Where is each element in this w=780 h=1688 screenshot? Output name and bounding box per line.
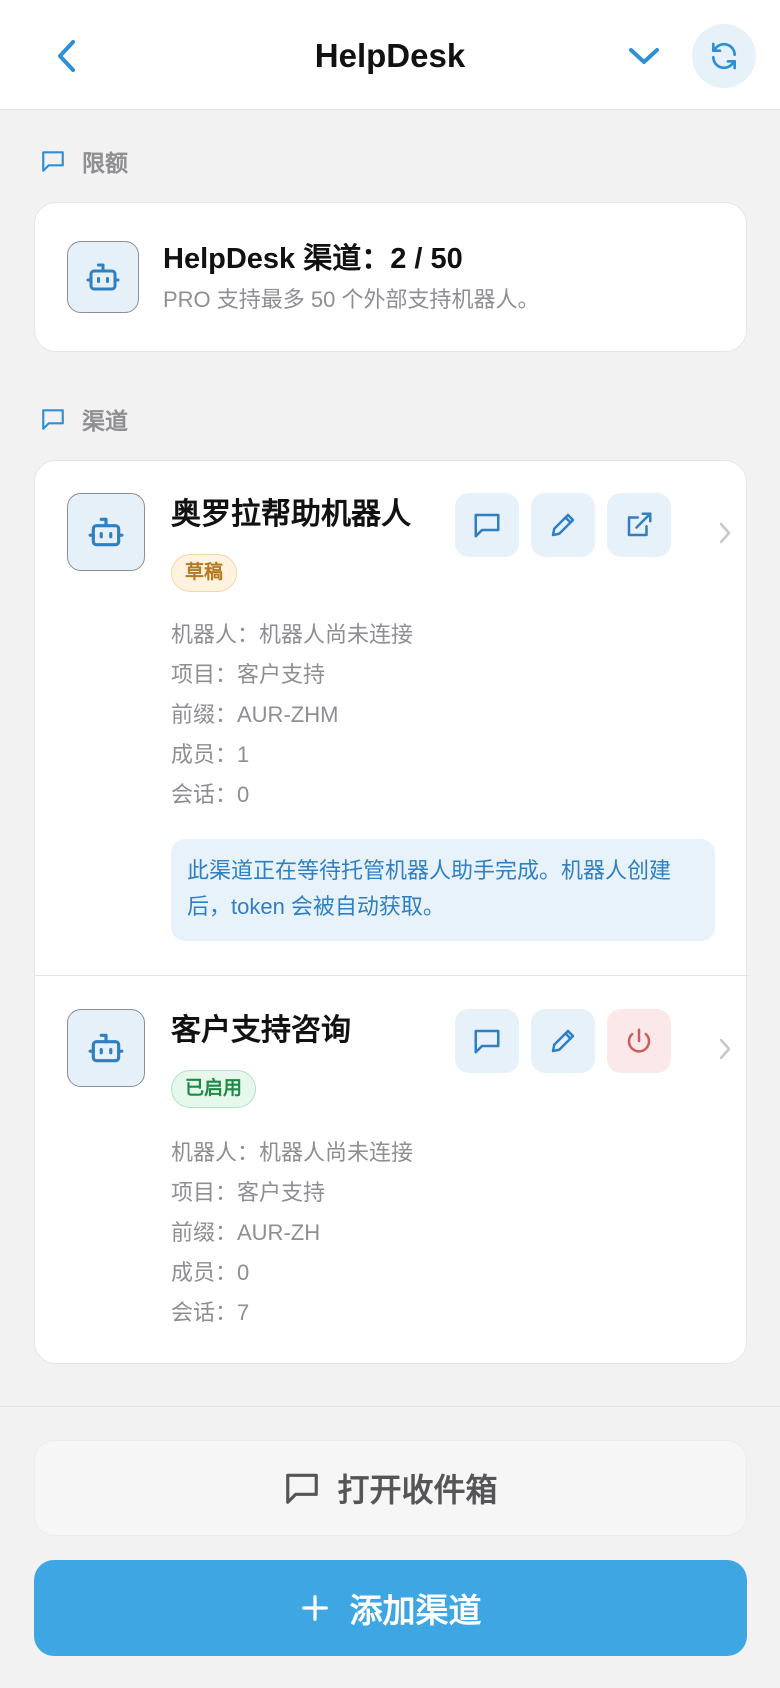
quota-subtitle: PRO 支持最多 50 个外部支持机器人。 (163, 287, 540, 312)
quota-card: HelpDesk 渠道：2 / 50 PRO 支持最多 50 个外部支持机器人。 (34, 202, 747, 352)
prefix: 前缀：AUR-ZH (171, 1220, 321, 1245)
open-external-button[interactable] (607, 493, 671, 557)
pencil-icon (551, 1029, 575, 1053)
section-title: 限额 (82, 150, 128, 176)
bot-avatar (67, 241, 139, 313)
divider (0, 1406, 780, 1407)
open-chat-button[interactable] (455, 1009, 519, 1073)
pencil-icon (551, 513, 575, 537)
open-chat-button[interactable] (455, 493, 519, 557)
edit-button[interactable] (531, 493, 595, 557)
message-icon (42, 409, 64, 430)
external-link-icon (627, 512, 652, 537)
conversations: 会话：0 (171, 782, 250, 807)
channel-name: 客户支持咨询 (171, 1014, 351, 1047)
bot-status: 机器人：机器人尚未连接 (171, 1140, 414, 1165)
project: 项目：客户支持 (171, 1180, 326, 1205)
open-inbox-label: 打开收件箱 (337, 1472, 498, 1508)
edit-button[interactable] (531, 1009, 595, 1073)
top-bar: HelpDesk (0, 0, 780, 110)
message-icon (286, 1473, 319, 1504)
message-icon (474, 1029, 500, 1054)
refresh-icon (712, 42, 736, 70)
bot-avatar (67, 493, 145, 571)
section-title: 渠道 (82, 408, 128, 434)
chevron-right-icon (713, 513, 737, 553)
prefix: 前缀：AUR-ZHM (171, 702, 339, 727)
channel-details: 机器人：机器人尚未连接 项目：客户支持 前缀：AUR-ZHM 成员：1 会话：0 (171, 615, 413, 815)
members: 成员：1 (171, 742, 250, 767)
add-channel-button[interactable]: 添加渠道 (34, 1560, 747, 1656)
status-badge: 草稿 (171, 554, 238, 592)
channel-name: 奥罗拉帮助机器人 (171, 498, 411, 531)
power-icon (627, 1028, 651, 1053)
bot-status: 机器人：机器人尚未连接 (171, 622, 414, 647)
conversations: 会话：7 (171, 1300, 250, 1325)
chevron-right-icon (713, 1029, 737, 1069)
channel-details: 机器人：机器人尚未连接 项目：客户支持 前缀：AUR-ZH 成员：0 会话：7 (171, 1133, 413, 1333)
bot-avatar (67, 1009, 145, 1087)
message-icon (474, 513, 500, 538)
dropdown-button[interactable] (622, 34, 666, 78)
members: 成员：0 (171, 1260, 250, 1285)
channels-section-label: 渠道 (40, 402, 128, 436)
channels-card: 奥罗拉帮助机器人 草稿 机器人：机器人尚未连接 项目：客户支持 前缀：AUR-Z… (34, 460, 748, 1364)
disable-button[interactable] (607, 1009, 671, 1073)
divider (35, 975, 748, 976)
quota-section-label: 限额 (40, 144, 128, 178)
status-badge: 已启用 (171, 1070, 257, 1108)
pending-notice: 此渠道正在等待托管机器人助手完成。机器人创建后，token 会被自动获取。 (171, 839, 715, 941)
add-channel-label: 添加渠道 (349, 1592, 482, 1629)
refresh-button[interactable] (692, 24, 756, 88)
robot-icon (88, 1033, 124, 1063)
robot-icon (88, 517, 124, 547)
project: 项目：客户支持 (171, 662, 326, 687)
open-inbox-button[interactable]: 打开收件箱 (34, 1440, 747, 1536)
message-icon (42, 151, 64, 172)
quota-title: HelpDesk 渠道：2 / 50 (163, 243, 463, 275)
chevron-down-icon (629, 48, 659, 64)
plus-icon (301, 1595, 328, 1621)
robot-icon (86, 263, 120, 291)
